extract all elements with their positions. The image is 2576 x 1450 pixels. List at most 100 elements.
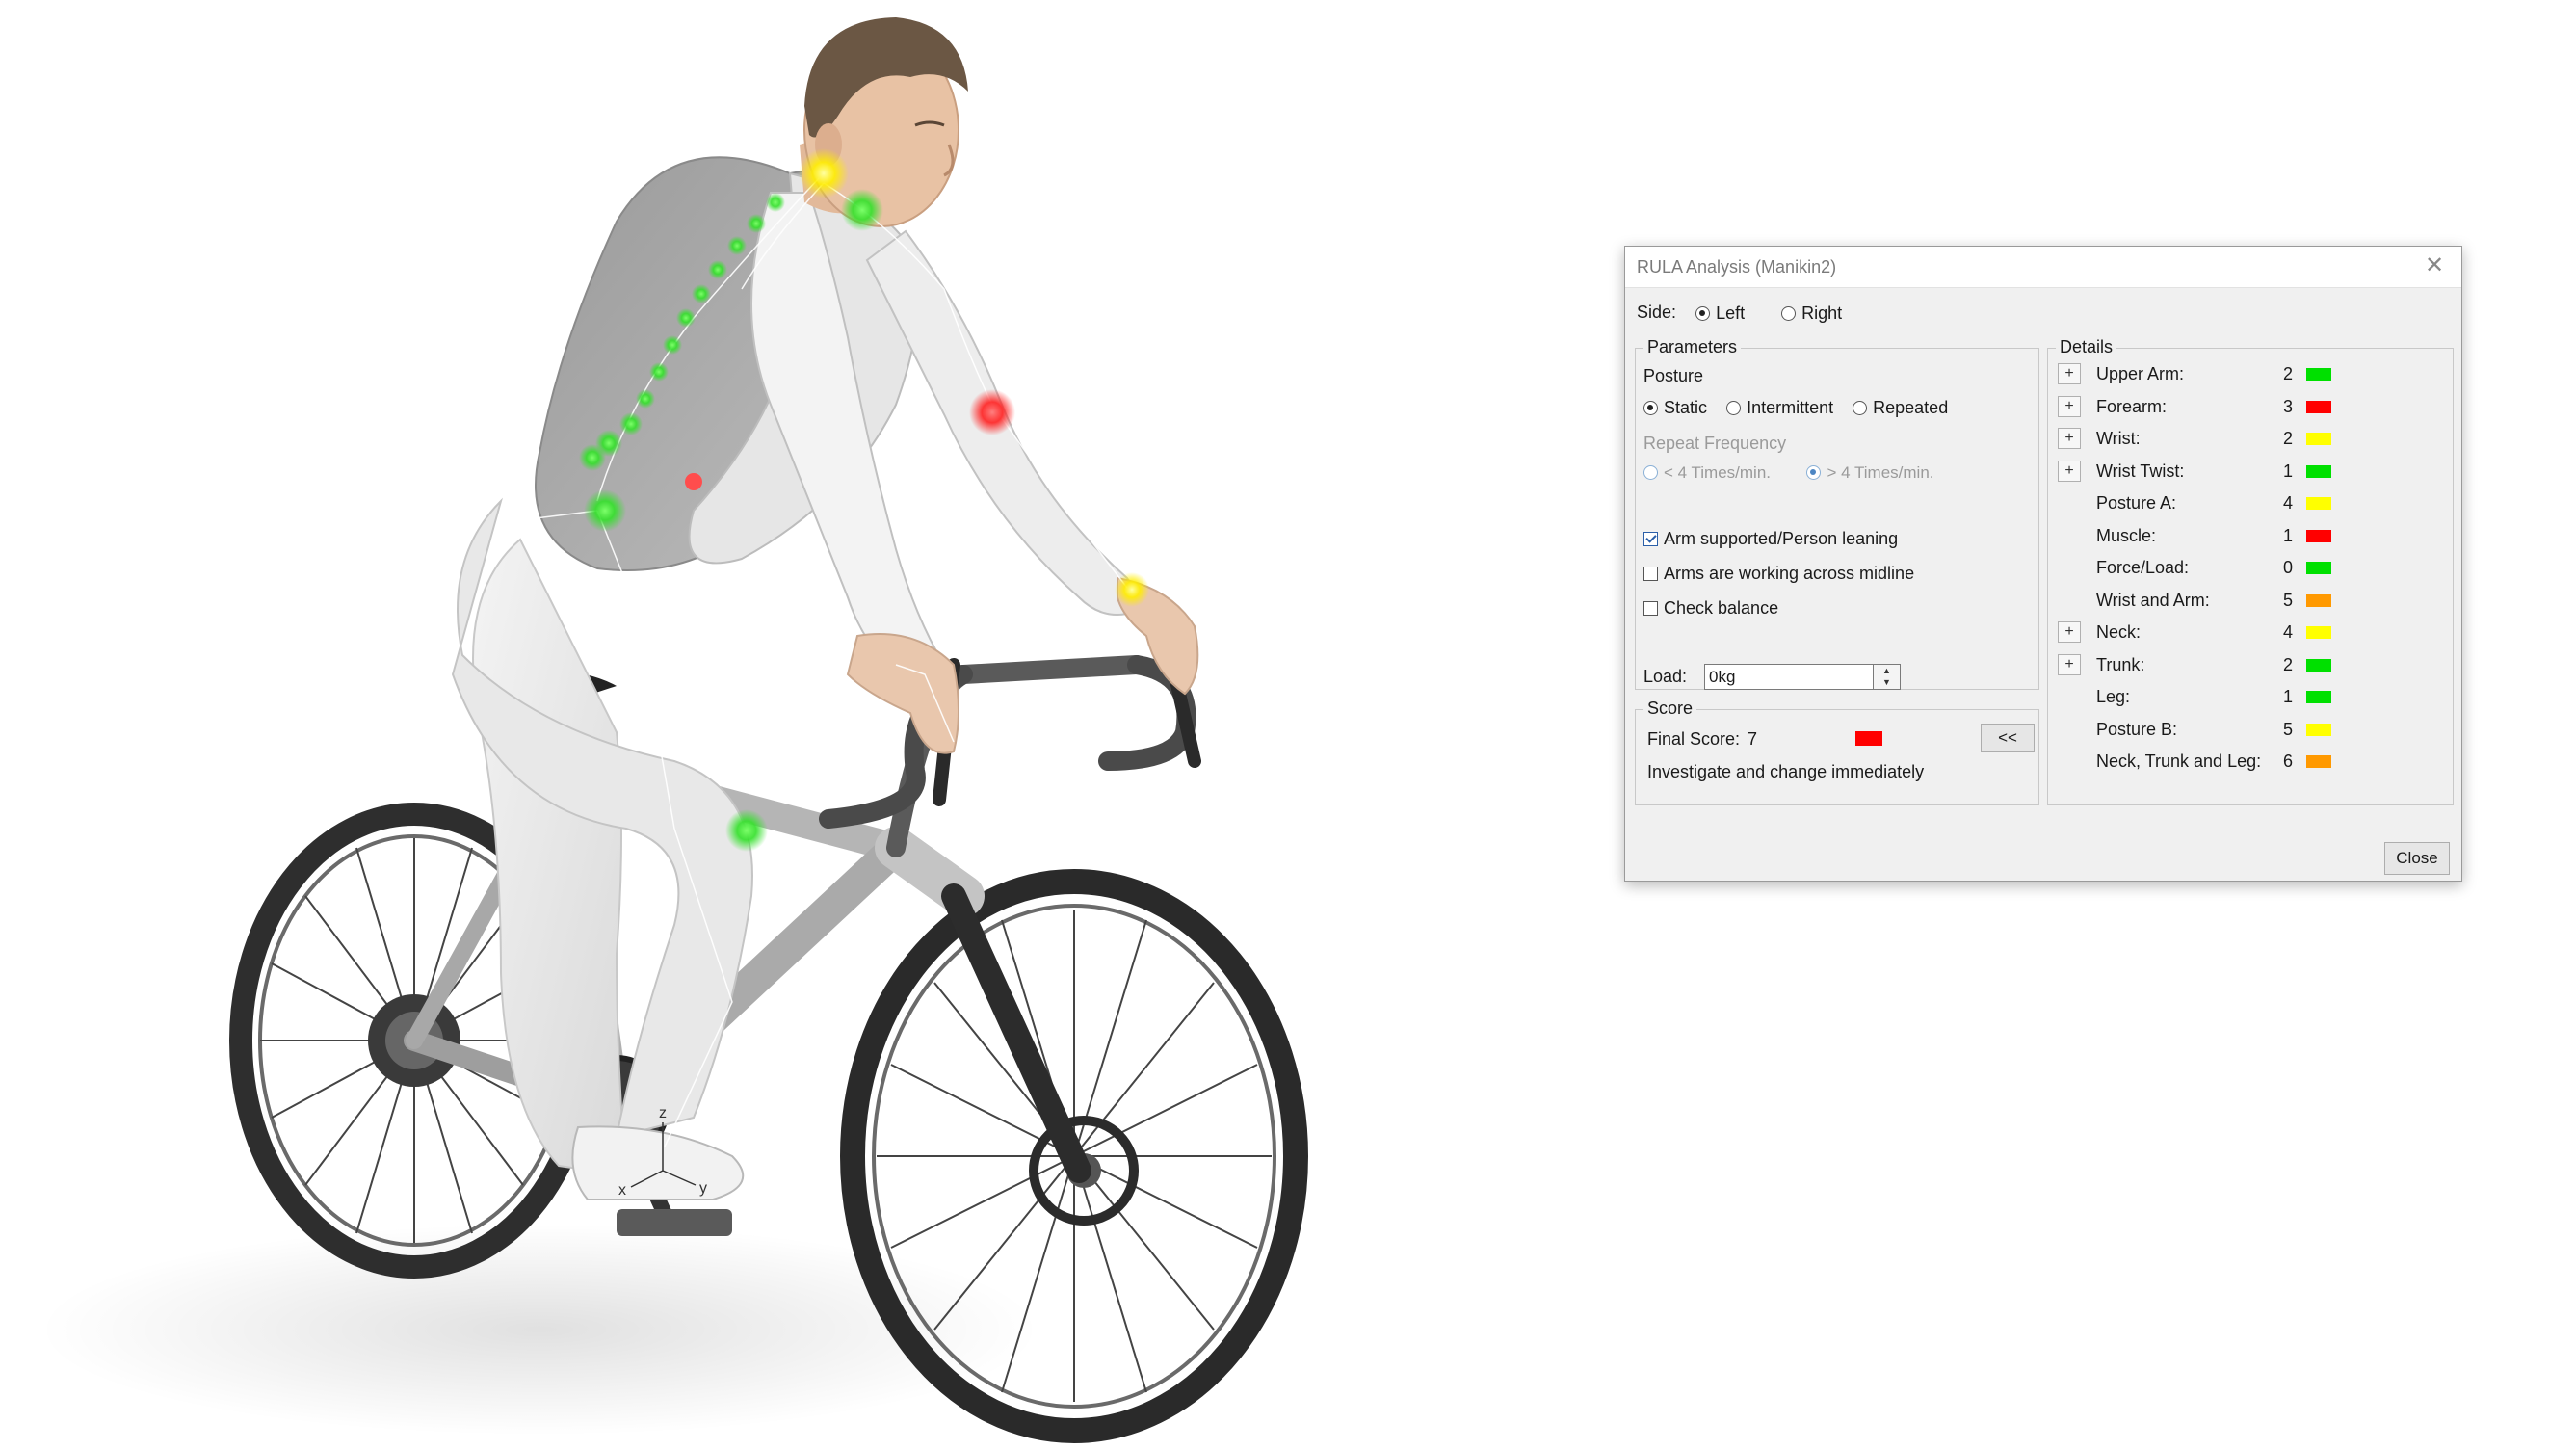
detail-row-force-load: Force/Load: 0 [2058, 556, 2472, 579]
detail-color-swatch [2306, 464, 2331, 478]
detail-row-muscle: Muscle: 1 [2058, 524, 2472, 547]
collapse-details-button[interactable]: << [1981, 724, 2035, 752]
detail-row-trunk: + Trunk: 2 [2058, 653, 2472, 676]
checkbox-icon[interactable] [1643, 600, 1658, 616]
detail-color-swatch [2306, 368, 2331, 381]
check-balance-checkbox[interactable]: Check balance [1643, 597, 1778, 619]
detail-name: Posture A: [2096, 493, 2177, 513]
detail-name: Neck, Trunk and Leg: [2096, 751, 2262, 771]
detail-name: Wrist and Arm: [2096, 590, 2210, 610]
detail-score: 3 [2282, 396, 2293, 416]
spin-up-icon[interactable]: ▲ [1874, 665, 1900, 676]
detail-score: 4 [2282, 493, 2293, 513]
detail-color-swatch [2306, 755, 2331, 768]
load-spinner[interactable]: ▲ ▼ [1874, 664, 1901, 690]
detail-score: 0 [2282, 558, 2293, 577]
expand-neck-button[interactable]: + [2058, 621, 2081, 643]
side-selector: Side: Left Right [1637, 303, 1842, 324]
checkbox-icon[interactable] [1643, 566, 1658, 581]
final-score-value: 7 [1748, 729, 1758, 749]
expand-wrist-button[interactable]: + [2058, 428, 2081, 449]
score-message: Investigate and change immediately [1647, 762, 1925, 781]
parameters-group-title: Parameters [1643, 337, 1742, 357]
expand-wrist-twist-button[interactable]: + [2058, 460, 2081, 482]
detail-row-upper-arm: + Upper Arm: 2 [2058, 362, 2472, 385]
detail-name: Posture B: [2096, 719, 2178, 739]
detail-color-swatch [2306, 658, 2331, 672]
axis-label-z: z [659, 1105, 667, 1121]
score-group: Score Final Score: 7 << Investigate and … [1635, 699, 2039, 805]
right-hand [846, 633, 959, 754]
repeat-less-radio[interactable]: < 4 Times/min. [1643, 462, 1771, 482]
expand-upper-arm-button[interactable]: + [2058, 363, 2081, 384]
score-group-title: Score [1643, 699, 1697, 719]
spin-down-icon[interactable]: ▼ [1874, 676, 1900, 688]
detail-name: Forearm: [2096, 396, 2168, 416]
radio-icon[interactable] [1726, 400, 1742, 415]
expand-trunk-button[interactable]: + [2058, 653, 2081, 675]
detail-row-leg: Leg: 1 [2058, 685, 2472, 708]
expand-forearm-button[interactable]: + [2058, 395, 2081, 417]
detail-score: 5 [2282, 719, 2293, 739]
radio-icon[interactable] [1643, 465, 1658, 481]
detail-color-swatch [2306, 691, 2331, 703]
final-score-swatch [1855, 731, 1882, 746]
detail-name: Wrist: [2096, 429, 2141, 448]
detail-row-neck-trunk-leg: Neck, Trunk and Leg: 6 [2058, 750, 2472, 773]
pedal [617, 1209, 732, 1236]
details-group: Details + Upper Arm: 2 + Forearm: 3 + Wrist: 2 + W… [2047, 337, 2454, 805]
radio-icon[interactable] [1853, 400, 1868, 415]
side-left-radio[interactable]: Left [1695, 303, 1745, 323]
posture-intermittent-radio[interactable]: Intermittent [1726, 397, 1833, 417]
posture-static-radio[interactable]: Static [1643, 397, 1707, 417]
radio-icon[interactable] [1781, 305, 1797, 321]
rula-analysis-dialog: RULA Analysis (Manikin2) ✕ Side: Left Ri… [1624, 246, 2462, 882]
detail-name: Leg: [2096, 687, 2131, 706]
detail-score: 2 [2282, 364, 2293, 383]
detail-name: Upper Arm: [2096, 364, 2185, 383]
repeat-frequency-options: < 4 Times/min. > 4 Times/min. [1643, 462, 1934, 483]
axis-label-y: y [699, 1180, 707, 1197]
dialog-title: RULA Analysis (Manikin2) [1637, 257, 1837, 277]
detail-score: 2 [2282, 429, 2293, 448]
side-label: Side: [1637, 303, 1677, 322]
detail-score: 1 [2282, 687, 2293, 706]
detail-color-swatch [2306, 723, 2331, 736]
load-input[interactable]: 0kg [1704, 664, 1874, 690]
detail-row-posture-a: Posture A: 4 [2058, 491, 2472, 514]
detail-name: Force/Load: [2096, 558, 2190, 577]
parameters-group: Parameters Posture Static Intermittent R… [1635, 337, 2039, 690]
detail-name: Wrist Twist: [2096, 461, 2185, 481]
close-button[interactable]: Close [2384, 842, 2450, 875]
detail-color-swatch [2306, 562, 2331, 574]
detail-row-forearm: + Forearm: 3 [2058, 395, 2472, 418]
detail-name: Muscle: [2096, 525, 2157, 545]
final-score-label: Final Score: [1647, 729, 1741, 749]
shoe [571, 1125, 745, 1200]
arms-midline-checkbox[interactable]: Arms are working across midline [1643, 563, 1914, 584]
detail-score: 6 [2282, 751, 2293, 771]
radio-icon[interactable] [1806, 465, 1822, 481]
detail-row-wrist: + Wrist: 2 [2058, 427, 2472, 450]
radio-icon[interactable] [1643, 400, 1658, 415]
dialog-titlebar[interactable]: RULA Analysis (Manikin2) ✕ [1625, 247, 2461, 288]
axis-label-x: x [618, 1182, 626, 1199]
close-icon[interactable]: ✕ [2419, 250, 2450, 281]
detail-row-wrist-and-arm: Wrist and Arm: 5 [2058, 589, 2472, 612]
arm-supported-checkbox[interactable]: Arm supported/Person leaning [1643, 528, 1898, 549]
detail-color-swatch [2306, 529, 2331, 542]
side-right-radio[interactable]: Right [1781, 303, 1842, 323]
detail-row-wrist-twist: + Wrist Twist: 1 [2058, 460, 2472, 483]
detail-score: 1 [2282, 525, 2293, 545]
detail-row-neck: + Neck: 4 [2058, 620, 2472, 644]
radio-icon[interactable] [1695, 305, 1711, 321]
detail-color-swatch [2306, 593, 2331, 607]
detail-name: Trunk: [2096, 654, 2145, 674]
repeat-more-radio[interactable]: > 4 Times/min. [1806, 462, 1934, 482]
detail-score: 5 [2282, 590, 2293, 610]
detail-row-posture-b: Posture B: 5 [2058, 718, 2472, 741]
detail-color-swatch [2306, 626, 2331, 639]
checkbox-checked-icon[interactable] [1643, 531, 1658, 546]
posture-repeated-radio[interactable]: Repeated [1853, 397, 1948, 417]
detail-score: 2 [2282, 654, 2293, 674]
